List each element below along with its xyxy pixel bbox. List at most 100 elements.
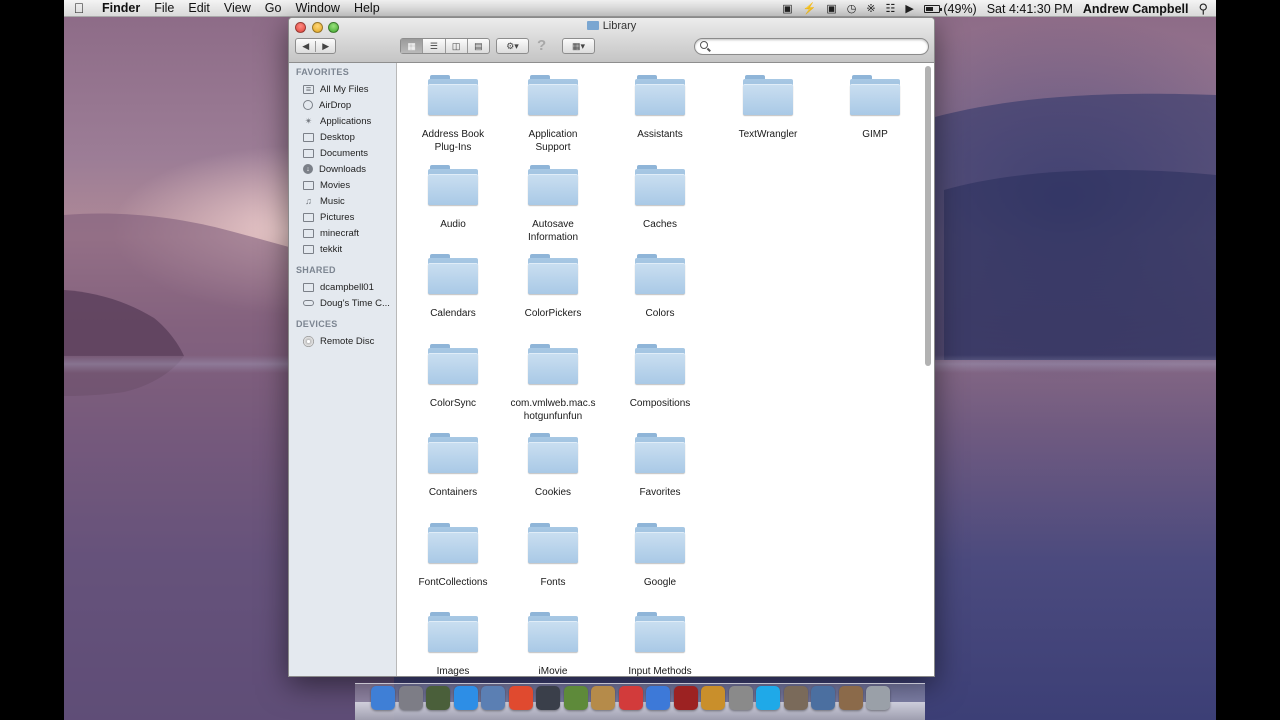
menu-window[interactable]: Window — [288, 0, 346, 17]
icon-view-button[interactable]: ▦ — [401, 39, 423, 53]
sidebar-item-desktop[interactable]: Desktop — [289, 129, 396, 145]
user-name[interactable]: Andrew Campbell — [1083, 2, 1189, 16]
forward-button[interactable]: ▶ — [315, 40, 335, 52]
system-preferences-icon[interactable] — [728, 686, 753, 710]
finder-icon[interactable] — [371, 686, 395, 710]
mission-control-icon[interactable] — [426, 686, 450, 710]
pictures-icon — [303, 212, 314, 222]
sidebar-item-applications[interactable]: ✴ Applications — [289, 113, 396, 129]
search-input[interactable] — [713, 39, 923, 54]
preview-icon[interactable] — [481, 686, 505, 710]
folder-label: iMovie — [538, 666, 568, 676]
folder-label: Colors — [645, 308, 675, 319]
scroll-thumb[interactable] — [925, 66, 931, 366]
folder-icon — [428, 612, 478, 652]
facetime-icon[interactable] — [536, 686, 560, 710]
calendar-icon[interactable] — [618, 686, 643, 710]
folder-item[interactable]: Calendars — [403, 254, 503, 320]
sidebar-item-airdrop[interactable]: AirDrop — [289, 97, 396, 113]
folder-item[interactable]: ColorSync — [403, 344, 503, 410]
sidebar-item-label: Movies — [320, 179, 351, 191]
trash-icon[interactable] — [866, 686, 890, 710]
photo-booth-icon[interactable] — [673, 686, 698, 710]
help-icon[interactable]: ? — [537, 37, 546, 54]
coverflow-view-button[interactable]: ▤ — [466, 39, 489, 53]
launchpad-icon[interactable] — [398, 686, 423, 710]
menu-edit[interactable]: Edit — [181, 0, 217, 17]
folder-item[interactable]: Input Methods — [610, 612, 710, 676]
folder-item[interactable]: Favorites — [610, 433, 710, 499]
vertical-scrollbar[interactable] — [922, 63, 934, 676]
sidebar-item-music[interactable]: ♫ Music — [289, 193, 396, 209]
folder-label: Calendars — [430, 308, 476, 319]
sidebar-item-all-my-files[interactable]: ≡ All My Files — [289, 81, 396, 97]
folder-item[interactable]: Address Book Plug-Ins — [403, 75, 503, 154]
folder-item[interactable]: Fonts — [503, 523, 603, 589]
folder-label: Caches — [643, 219, 677, 230]
folder-item[interactable]: com.vmlweb.mac.s hotgunfunfun — [503, 344, 603, 423]
sidebar-item-downloads[interactable]: ↓ Downloads — [289, 161, 396, 177]
sidebar-item-time-capsule[interactable]: Doug's Time C... — [289, 295, 396, 311]
apple-menu-icon[interactable]:  — [64, 0, 94, 16]
contacts-icon[interactable] — [591, 686, 615, 710]
folder-item[interactable]: ColorPickers — [503, 254, 603, 320]
menu-go[interactable]: Go — [258, 0, 289, 17]
arrange-menu-button[interactable]: ▦▾ — [562, 38, 595, 54]
clock[interactable]: Sat 4:41:30 PM — [987, 2, 1073, 16]
folder-item[interactable]: Cookies — [503, 433, 603, 499]
sidebar-item-label: Downloads — [319, 163, 366, 175]
app-store-icon[interactable] — [453, 686, 478, 710]
sidebar-item-remote-disc[interactable]: Remote Disc — [289, 333, 396, 349]
action-menu-button[interactable]: ⚙▾ — [496, 38, 529, 54]
sidebar-item-tekkit[interactable]: tekkit — [289, 241, 396, 257]
menu-view[interactable]: View — [217, 0, 258, 17]
folder-item[interactable]: Caches — [610, 165, 710, 231]
back-button[interactable]: ◀ — [296, 41, 315, 52]
app-menu[interactable]: Finder — [94, 0, 147, 17]
bluetooth-icon[interactable]: ※ — [866, 2, 875, 15]
wifi-icon[interactable]: ☷ — [886, 2, 896, 15]
itunes-icon[interactable] — [646, 686, 670, 710]
camera-icon[interactable]: ▣ — [782, 2, 792, 15]
folder-item[interactable]: Colors — [610, 254, 710, 320]
folder-item[interactable]: Images — [403, 612, 503, 676]
chrome-icon[interactable] — [508, 686, 533, 710]
tools-icon[interactable] — [838, 686, 863, 710]
bolt-icon[interactable]: ⚡ — [803, 2, 817, 15]
folder-item[interactable]: iMovie — [503, 612, 603, 676]
folder-item[interactable]: Autosave Information — [503, 165, 603, 244]
display-icon[interactable]: ▣ — [826, 2, 836, 15]
folder-item[interactable]: TextWrangler — [718, 75, 818, 141]
sidebar-item-movies[interactable]: Movies — [289, 177, 396, 193]
folder-item[interactable]: Google — [610, 523, 710, 589]
folder-item[interactable]: GIMP — [825, 75, 922, 141]
folder-item[interactable]: Containers — [403, 433, 503, 499]
iphoto-icon[interactable] — [701, 686, 725, 710]
sidebar-item-dcampbell01[interactable]: dcampbell01 — [289, 279, 396, 295]
folder-icon — [850, 75, 900, 115]
battery-icon — [923, 5, 942, 14]
folder-item[interactable]: Audio — [403, 165, 503, 231]
search-field[interactable] — [694, 38, 929, 55]
folder-label: Application Support — [528, 129, 578, 153]
sidebar-item-minecraft[interactable]: minecraft — [289, 225, 396, 241]
menu-help[interactable]: Help — [347, 0, 387, 17]
folder-item[interactable]: Compositions — [610, 344, 710, 410]
icon-view-content: Address Book Plug-Ins Application Support… — [398, 63, 922, 676]
minecraft-icon[interactable] — [563, 686, 588, 710]
column-view-button[interactable]: ◫ — [444, 39, 467, 53]
utilities-icon[interactable] — [783, 686, 808, 710]
folder-item[interactable]: Assistants — [610, 75, 710, 141]
skype-icon[interactable] — [756, 686, 780, 710]
time-machine-icon[interactable]: ◷ — [847, 2, 857, 15]
sidebar-item-documents[interactable]: Documents — [289, 145, 396, 161]
spotlight-icon[interactable]: ⚲ — [1198, 1, 1208, 17]
network-icon[interactable] — [811, 686, 835, 710]
folder-item[interactable]: FontCollections — [403, 523, 503, 589]
list-view-button[interactable]: ☰ — [422, 39, 444, 53]
menu-file[interactable]: File — [147, 0, 181, 17]
sidebar-item-pictures[interactable]: Pictures — [289, 209, 396, 225]
volume-icon[interactable]: ▶ — [905, 2, 913, 15]
battery-indicator[interactable]: (49%) — [923, 2, 977, 16]
folder-item[interactable]: Application Support — [503, 75, 603, 154]
